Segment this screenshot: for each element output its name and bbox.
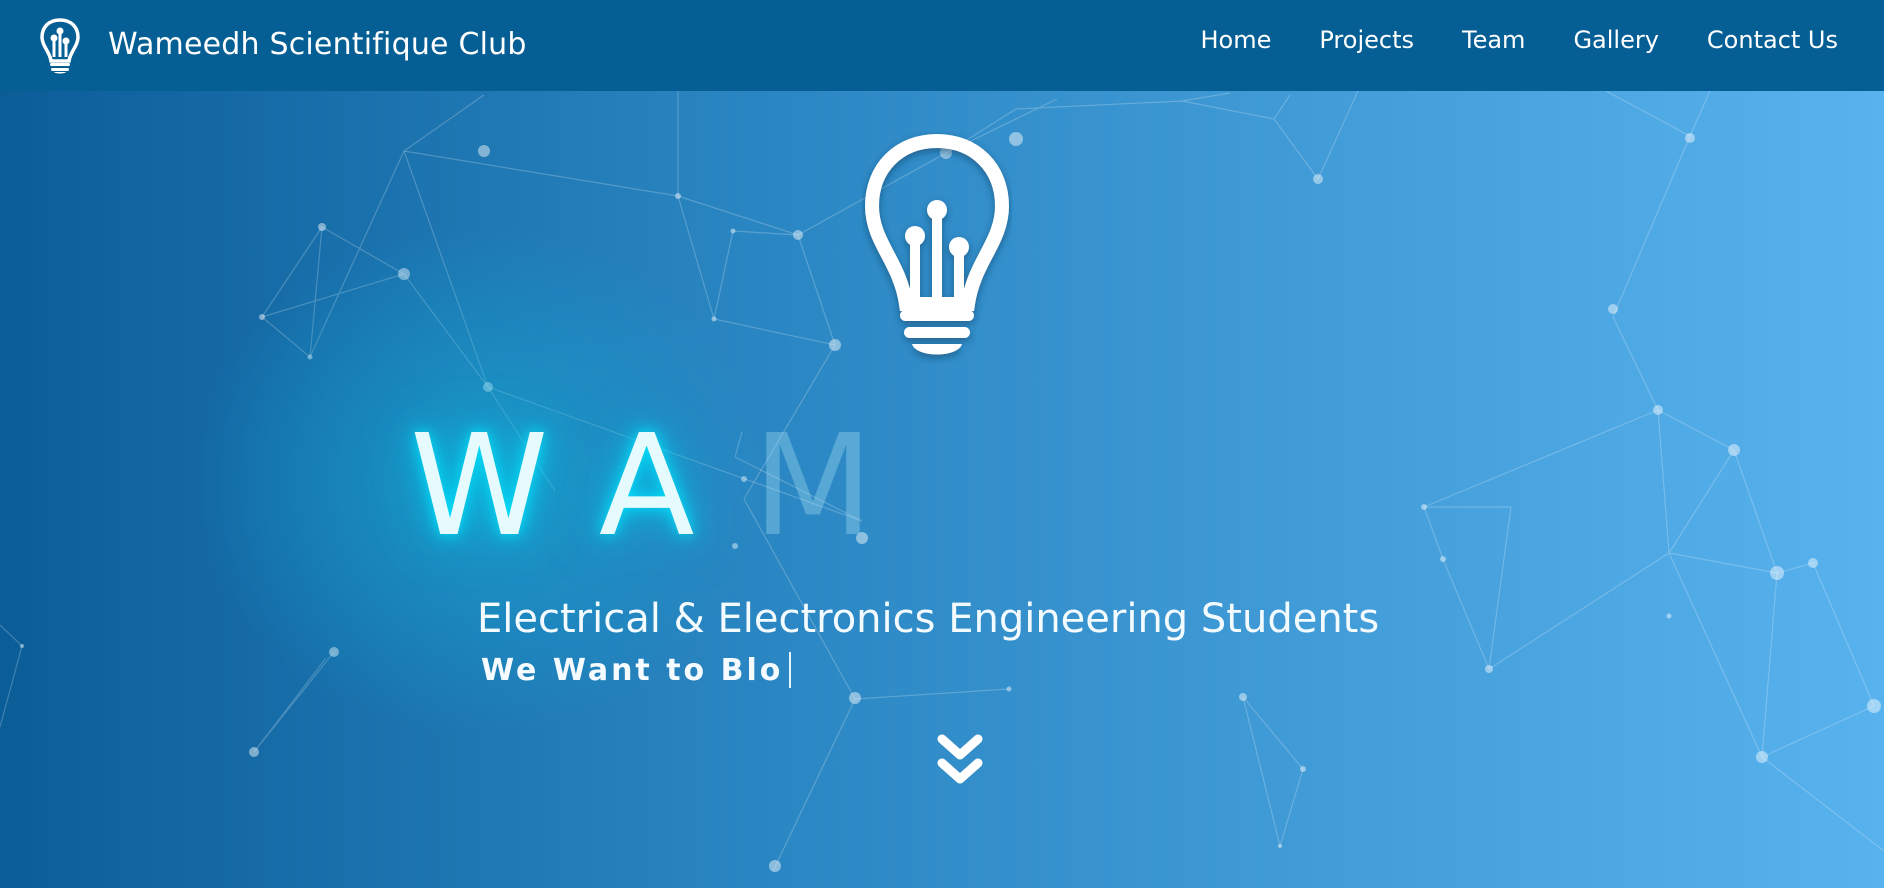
nav-link-contact-us[interactable]: Contact Us (1707, 26, 1838, 54)
navbar: Wameedh Scientifique Club Home Projects … (0, 0, 1884, 91)
nav-link-home[interactable]: Home (1201, 26, 1272, 54)
hero-subtitle: Electrical & Electronics Engineering Stu… (477, 596, 1380, 642)
hero-title: WAM (410, 417, 931, 557)
lightbulb-logo-icon (40, 18, 80, 74)
hero-title-dim: M (752, 405, 932, 568)
typed-tagline: We Want to Blo (481, 652, 792, 688)
nav-link-projects[interactable]: Projects (1319, 26, 1414, 54)
nav-links: Home Projects Team Gallery Contact Us (1153, 26, 1839, 54)
double-chevron-down-icon[interactable] (936, 733, 984, 789)
typing-cursor (789, 652, 792, 688)
nav-link-gallery[interactable]: Gallery (1573, 26, 1658, 54)
nav-link-team[interactable]: Team (1462, 26, 1525, 54)
brand[interactable]: Wameedh Scientifique Club (38, 17, 526, 75)
lightbulb-circuit-icon (864, 133, 1010, 355)
typed-tagline-text: We Want to Blo (481, 652, 784, 688)
brand-title: Wameedh Scientifique Club (108, 27, 527, 62)
hero-title-lit: WA (410, 405, 753, 568)
